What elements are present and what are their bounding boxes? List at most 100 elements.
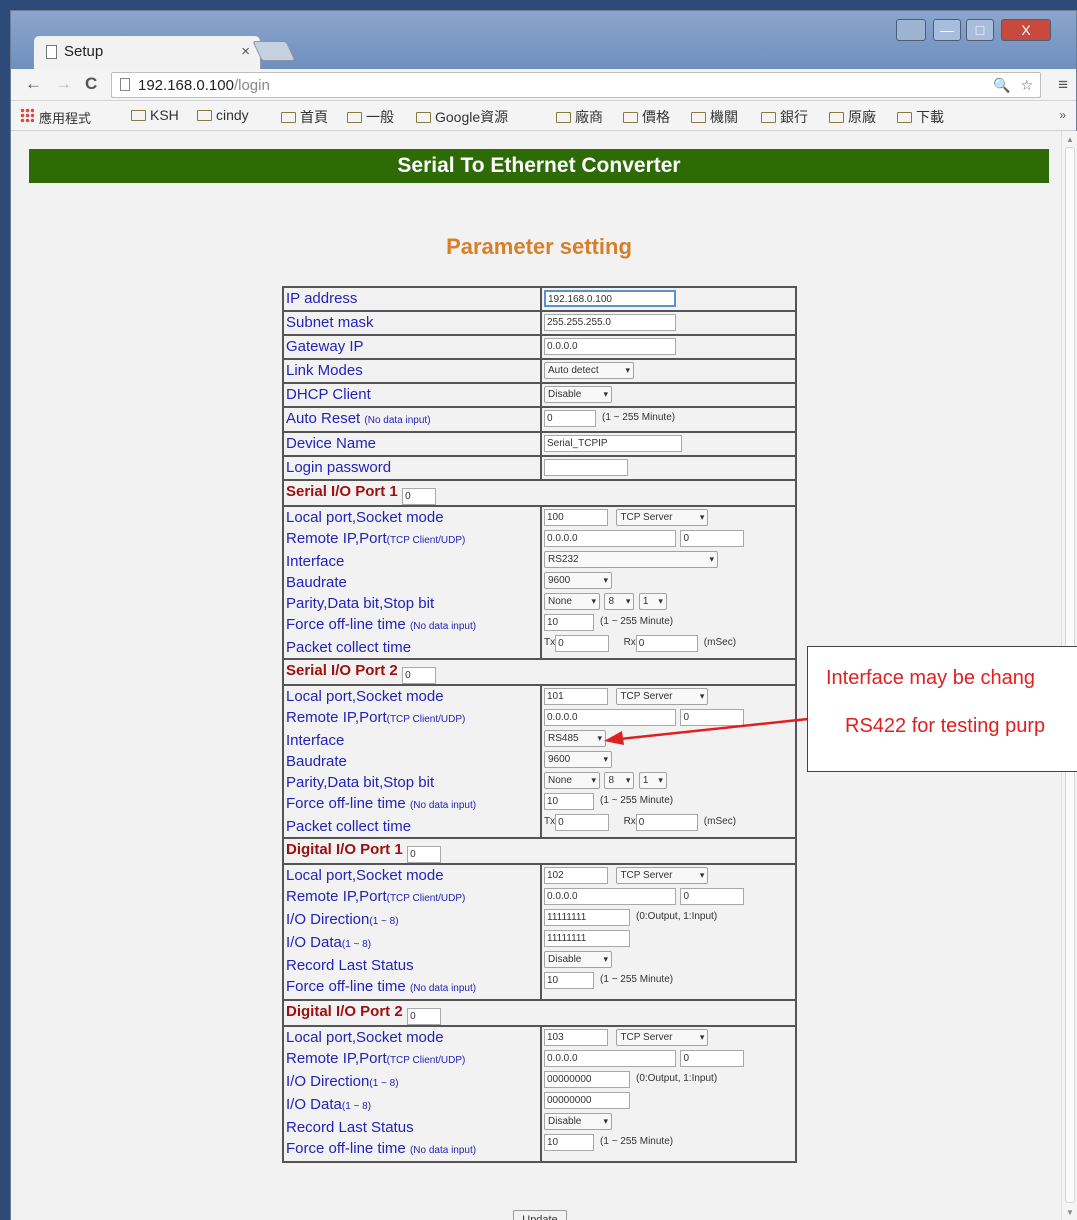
close-window-button[interactable]: X [1001, 19, 1051, 41]
bookmark-item[interactable]: KSH [131, 107, 179, 123]
tx-input[interactable]: 0 [555, 814, 610, 831]
bookmark-item[interactable]: 廠商 [556, 107, 603, 127]
browser-tab[interactable]: Setup × [33, 35, 261, 69]
remote-port-input[interactable]: 0 [680, 888, 745, 905]
gateway-ip-input[interactable]: 0.0.0.0 [544, 338, 676, 355]
device-name-input[interactable]: Serial_TCPIP [544, 435, 682, 452]
io-direction-hint: (0:Output, 1:Input) [636, 911, 718, 922]
auto-reset-note: (No data input) [364, 415, 431, 426]
stop-bit-select[interactable]: 1 [638, 593, 667, 610]
parity-select[interactable]: None [544, 593, 600, 610]
parity-select[interactable]: None [544, 772, 600, 789]
local-port-input[interactable]: 103 [544, 1029, 608, 1046]
interface-select[interactable]: RS485 [544, 730, 606, 747]
dhcp-client-select[interactable]: Disable [544, 386, 612, 403]
baudrate-select[interactable]: 9600 [544, 751, 612, 768]
serial-port-1-enable-input[interactable]: 0 [402, 488, 437, 505]
digital-port-1-enable-input[interactable]: 0 [407, 846, 442, 863]
forward-arrow-icon[interactable]: → [55, 74, 72, 94]
force-offline-input[interactable]: 10 [544, 614, 594, 631]
packet-collect-label: Packet collect time [286, 639, 412, 656]
table-row: Local port,Socket mode Remote IP,Port(TC… [282, 1025, 797, 1163]
tx-input[interactable]: 0 [555, 635, 610, 652]
rx-input[interactable]: 0 [635, 814, 698, 831]
scroll-down-icon[interactable]: ▼ [1066, 1208, 1074, 1217]
zoom-translate-star-icons[interactable]: 🔍 ☆ [993, 77, 1036, 94]
record-status-select[interactable]: Disable [544, 1113, 612, 1130]
scroll-up-icon[interactable]: ▲ [1066, 135, 1074, 144]
subnet-mask-input[interactable]: 255.255.255.0 [544, 314, 676, 331]
record-status-label: Record Last Status [286, 957, 414, 974]
device-name-label: Device Name [286, 435, 377, 452]
force-offline-input[interactable]: 10 [544, 1134, 594, 1151]
local-port-input[interactable]: 102 [544, 867, 608, 884]
close-tab-icon[interactable]: × [241, 43, 250, 60]
table-row: IP address 192.168.0.100 [282, 286, 797, 312]
link-modes-select[interactable]: Auto detect [544, 362, 634, 379]
bookmark-item[interactable]: 下載 [897, 107, 944, 127]
link-modes-label: Link Modes [286, 362, 363, 379]
apps-grid-icon[interactable] [20, 108, 34, 122]
remote-ip-input[interactable]: 0.0.0.0 [544, 888, 676, 905]
table-row: Link Modes Auto detect [282, 358, 797, 384]
data-bit-select[interactable]: 8 [604, 772, 635, 789]
section-header-row: Serial I/O Port 1 0 [282, 479, 797, 507]
local-port-input[interactable]: 101 [544, 688, 608, 705]
bookmark-item[interactable]: 銀行 [761, 107, 808, 127]
interface-select[interactable]: RS232 [544, 551, 718, 568]
back-arrow-icon[interactable]: ← [25, 74, 42, 94]
update-button[interactable]: Update [513, 1210, 567, 1220]
local-port-input[interactable]: 100 [544, 509, 608, 526]
url-text: 192.168.0.100/login [138, 77, 270, 94]
remote-ip-input[interactable]: 0.0.0.0 [544, 1050, 676, 1067]
minimize-button[interactable]: — [933, 19, 961, 41]
record-status-select[interactable]: Disable [544, 951, 612, 968]
msec-unit: (mSec) [703, 816, 737, 827]
browser-toolbar: ← → C 192.168.0.100/login 🔍 ☆ ≡ [11, 69, 1076, 101]
auto-reset-input[interactable]: 0 [544, 410, 596, 427]
ip-address-input[interactable]: 192.168.0.100 [544, 290, 676, 307]
bookmark-item[interactable]: 原廠 [829, 107, 876, 127]
socket-mode-select[interactable]: TCP Server [616, 688, 709, 705]
callout-arrow-icon [604, 717, 809, 745]
bookmark-item[interactable]: 一般 [347, 107, 394, 127]
remote-port-input[interactable]: 0 [680, 1050, 745, 1067]
serial-port-2-enable-input[interactable]: 0 [402, 667, 437, 684]
remote-port-input[interactable]: 0 [680, 530, 745, 547]
extension-icon[interactable] [896, 19, 926, 41]
baudrate-select[interactable]: 9600 [544, 572, 612, 589]
io-direction-label: I/O Direction(1 ~ 8) [286, 911, 399, 928]
socket-mode-select[interactable]: TCP Server [616, 509, 709, 526]
io-direction-input[interactable]: 11111111 [544, 909, 630, 926]
bookmarks-overflow-icon[interactable]: » [1059, 108, 1066, 122]
socket-mode-select[interactable]: TCP Server [616, 867, 709, 884]
maximize-button[interactable]: □ [966, 19, 994, 41]
io-direction-input[interactable]: 00000000 [544, 1071, 630, 1088]
io-data-input[interactable]: 11111111 [544, 930, 630, 947]
address-bar[interactable]: 192.168.0.100/login 🔍 ☆ [111, 72, 1041, 98]
auto-reset-label: Auto Reset (No data input) [286, 410, 431, 427]
bookmark-item[interactable]: 價格 [623, 107, 670, 127]
io-data-input[interactable]: 00000000 [544, 1092, 630, 1109]
bookmark-item[interactable]: 機關 [691, 107, 738, 127]
remote-ip-input[interactable]: 0.0.0.0 [544, 530, 676, 547]
stop-bit-select[interactable]: 1 [638, 772, 667, 789]
bookmark-item[interactable]: Google資源 [416, 107, 508, 127]
force-offline-input[interactable]: 10 [544, 972, 594, 989]
bookmark-item[interactable]: 首頁 [281, 107, 328, 127]
socket-mode-select[interactable]: TCP Server [616, 1029, 709, 1046]
login-password-input[interactable] [544, 459, 628, 476]
folder-icon [131, 110, 146, 121]
bookmark-item[interactable]: cindy [197, 107, 249, 123]
menu-icon[interactable]: ≡ [1058, 75, 1068, 95]
bookmark-apps[interactable]: 應用程式 [39, 108, 91, 127]
io-direction-hint: (0:Output, 1:Input) [636, 1073, 718, 1084]
rx-input[interactable]: 0 [635, 635, 698, 652]
force-offline-input[interactable]: 10 [544, 793, 594, 810]
table-row: Device Name Serial_TCPIP [282, 431, 797, 457]
reload-icon[interactable]: C [85, 74, 97, 94]
data-bit-select[interactable]: 8 [604, 593, 635, 610]
tab-strip: Setup × — □ X [11, 11, 1076, 69]
baudrate-label: Baudrate [286, 574, 347, 591]
digital-port-2-enable-input[interactable]: 0 [407, 1008, 442, 1025]
